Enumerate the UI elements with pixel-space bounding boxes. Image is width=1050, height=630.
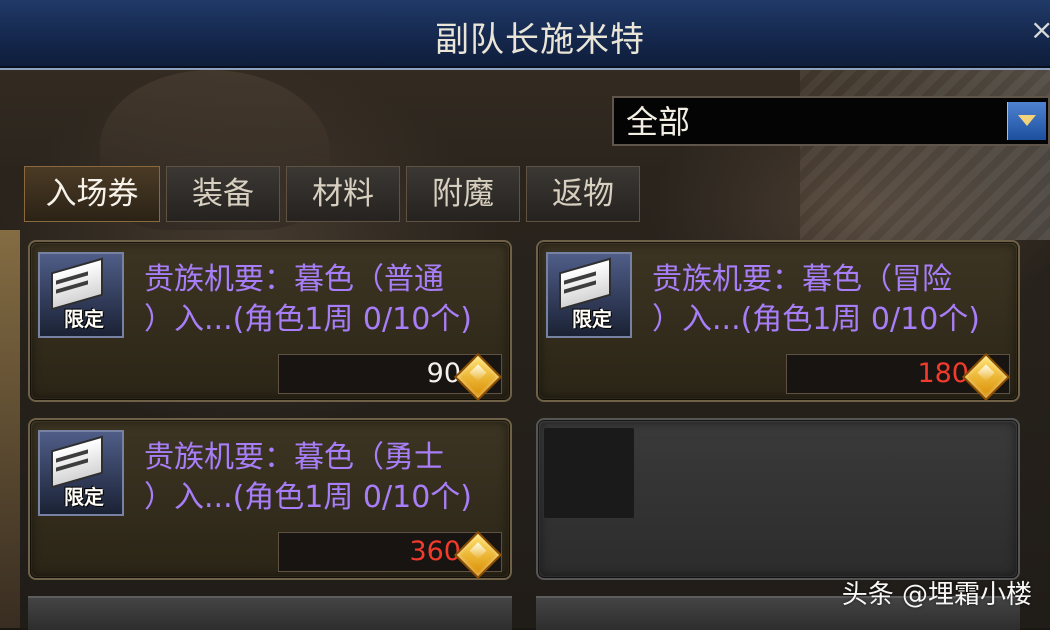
item-name: 贵族机要：暮色（普通 ）入...(角色1周 0/10个) [144, 262, 473, 337]
price-box: 360 [278, 530, 503, 580]
bottom-card-edge [28, 596, 512, 630]
gold-gem-icon [453, 530, 503, 580]
ticket-icon: 限定 [38, 252, 124, 338]
tab-materials[interactable]: 材料 [286, 166, 400, 222]
item-name: 贵族机要：暮色（勇士 ）入...(角色1周 0/10个) [144, 440, 473, 515]
empty-shop-slot [536, 418, 1020, 580]
tab-tickets[interactable]: 入场券 [24, 166, 160, 222]
item-price: 360 [409, 536, 461, 567]
gold-gem-icon [453, 352, 503, 402]
limited-badge: 限定 [64, 307, 104, 331]
page-title: 副队长施米特 [435, 20, 645, 60]
close-icon[interactable]: × [1030, 14, 1050, 46]
ticket-icon: 限定 [546, 252, 632, 338]
price-box: 90 [278, 352, 503, 402]
gold-gem-icon [961, 352, 1011, 402]
category-filter-dropdown[interactable]: 全部 [612, 96, 1050, 146]
watermark: 头条 @埋霜小楼 [841, 580, 1032, 610]
ticket-icon: 限定 [38, 430, 124, 516]
left-edge-decoration [0, 230, 20, 628]
limited-badge: 限定 [64, 485, 104, 509]
empty-item-slot [544, 428, 634, 518]
item-price: 180 [917, 358, 969, 389]
item-name: 贵族机要：暮色（冒险 ）入...(角色1周 0/10个) [652, 262, 981, 337]
chevron-down-icon[interactable] [1007, 102, 1046, 140]
shop-item-card[interactable]: 限定 贵族机要：暮色（普通 ）入...(角色1周 0/10个) 90 [28, 240, 512, 402]
shop-item-card[interactable]: 限定 贵族机要：暮色（冒险 ）入...(角色1周 0/10个) 180 [536, 240, 1020, 402]
limited-badge: 限定 [572, 307, 612, 331]
dropdown-selected-value: 全部 [626, 103, 691, 141]
tab-return-items[interactable]: 返物 [526, 166, 640, 222]
shop-item-card[interactable]: 限定 贵族机要：暮色（勇士 ）入...(角色1周 0/10个) 360 [28, 418, 512, 580]
title-bar: 副队长施米特 × [0, 0, 1050, 70]
price-box: 180 [786, 352, 1011, 402]
tab-equipment[interactable]: 装备 [166, 166, 280, 222]
tab-enchant[interactable]: 附魔 [406, 166, 520, 222]
